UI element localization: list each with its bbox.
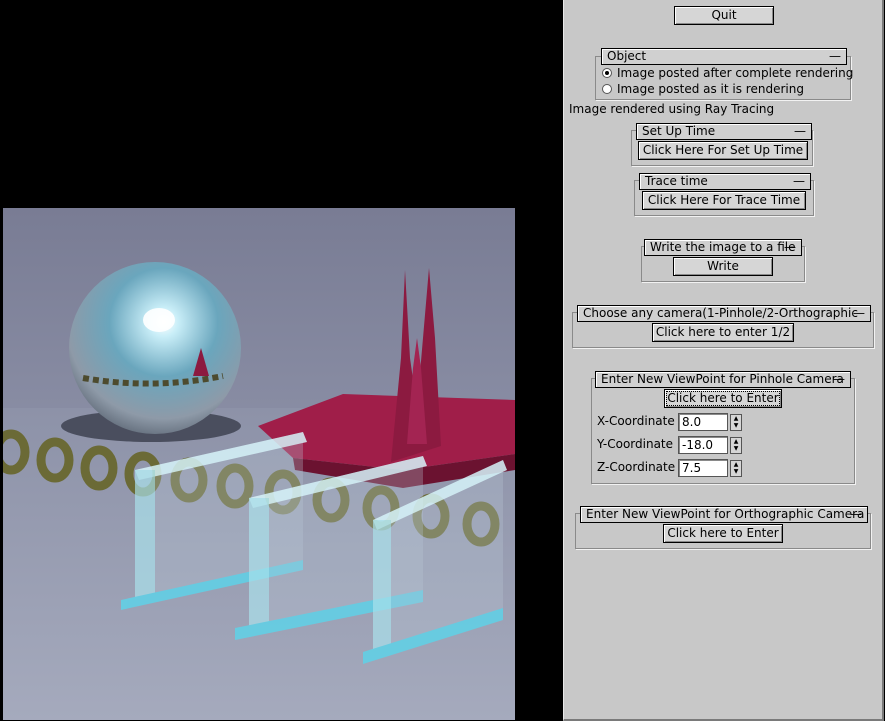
object-group-header[interactable]: Object — [601, 48, 847, 65]
quit-button[interactable]: Quit [674, 6, 774, 25]
trace-time-title: Trace time [645, 174, 708, 188]
setup-time-button[interactable]: Click Here For Set Up Time [638, 141, 808, 160]
trace-time-header[interactable]: Trace time — [639, 173, 811, 190]
z-coordinate-input[interactable] [678, 459, 728, 477]
collapse-icon[interactable]: — [853, 306, 865, 321]
orthographic-header[interactable]: Enter New ViewPoint for Orthographic Cam… [580, 506, 868, 523]
stepper-up-icon[interactable]: ▲ [731, 415, 741, 422]
y-coordinate-input[interactable] [678, 436, 728, 454]
collapse-icon[interactable]: — [784, 240, 796, 255]
pinhole-header[interactable]: Enter New ViewPoint for Pinhole Camera — [595, 371, 851, 388]
setup-time-title: Set Up Time [642, 124, 716, 138]
object-group-title: Object [607, 49, 647, 63]
pinhole-title: Enter New ViewPoint for Pinhole Camera [601, 372, 844, 386]
stepper-down-icon[interactable]: ▼ [731, 422, 741, 429]
collapse-icon[interactable]: — [794, 124, 806, 139]
stepper-up-icon[interactable]: ▲ [731, 461, 741, 468]
trace-time-button[interactable]: Click Here For Trace Time [642, 191, 806, 210]
camera-choice-header[interactable]: Choose any camera(1-Pinhole/2-Orthograph… [577, 305, 871, 322]
collapse-icon[interactable]: — [793, 174, 805, 189]
ray-traced-scene [3, 208, 515, 720]
z-coordinate-label: Z-Coordinate [597, 460, 676, 474]
stepper-down-icon[interactable]: ▼ [731, 468, 741, 475]
write-button[interactable]: Write [673, 257, 773, 276]
stepper-down-icon[interactable]: ▼ [731, 445, 741, 452]
pinhole-enter-button[interactable]: Click here to Enter [664, 389, 782, 408]
radio-label: Image posted as it is rendering [617, 82, 804, 96]
x-coordinate-label: X-Coordinate [597, 414, 675, 428]
rendered-image [3, 208, 515, 720]
render-viewport [0, 0, 562, 721]
radio-complete-rendering[interactable]: Image posted after complete rendering [602, 65, 853, 81]
y-coordinate-stepper[interactable]: ▲ ▼ [730, 437, 742, 454]
camera-choice-title: Choose any camera(1-Pinhole/2-Orthograph… [583, 306, 858, 320]
write-file-header[interactable]: Write the image to a file — [644, 239, 802, 256]
render-status-text: Image rendered using Ray Tracing [569, 102, 775, 116]
stepper-up-icon[interactable]: ▲ [731, 438, 741, 445]
control-panel: Quit Object — Image posted after complet… [563, 0, 884, 721]
camera-choice-button[interactable]: Click here to enter 1/2 [652, 323, 794, 342]
radio-progressive-rendering[interactable]: Image posted as it is rendering [602, 81, 804, 97]
collapse-icon[interactable]: — [829, 49, 841, 64]
radio-selected-icon[interactable] [602, 68, 612, 78]
write-file-title: Write the image to a file [650, 240, 796, 254]
orthographic-title: Enter New ViewPoint for Orthographic Cam… [586, 507, 865, 521]
collapse-icon[interactable]: — [833, 372, 845, 387]
z-coordinate-stepper[interactable]: ▲ ▼ [730, 460, 742, 477]
orthographic-enter-button[interactable]: Click here to Enter [663, 524, 783, 543]
radio-unselected-icon[interactable] [602, 84, 612, 94]
x-coordinate-stepper[interactable]: ▲ ▼ [730, 414, 742, 431]
collapse-icon[interactable]: — [850, 507, 862, 522]
y-coordinate-label: Y-Coordinate [597, 437, 674, 451]
x-coordinate-input[interactable] [678, 413, 728, 431]
setup-time-header[interactable]: Set Up Time — [636, 123, 812, 140]
radio-label: Image posted after complete rendering [617, 66, 854, 80]
